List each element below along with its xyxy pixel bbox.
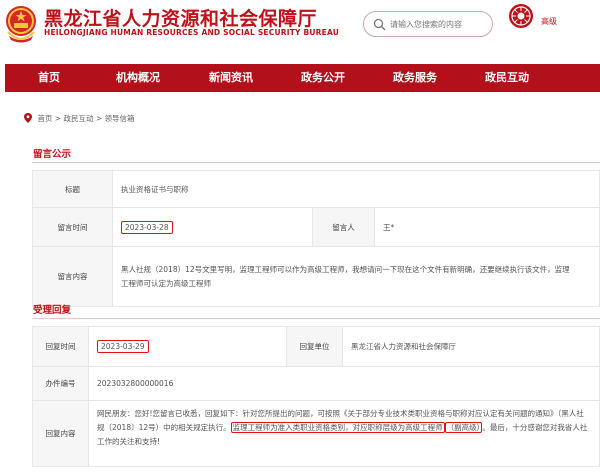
site-header: 黑龙江省人力资源和社会保障厅 HEILONGJIANG HUMAN RESOUR… (0, 0, 600, 62)
message-content-label: 留言内容 (32, 246, 113, 307)
breadcrumb-separator: > (95, 114, 103, 123)
section-divider (32, 162, 600, 163)
reply-table: 回复时间 2023-03-29 回复单位 黑龙江省人力资源和社会保障厅 办件编号… (32, 326, 600, 467)
nav-item-gov-services[interactable]: 政务服务 (393, 64, 437, 92)
table-row: 回复内容 网民朋友：您好!您留言已收悉，回复如下：针对您所提出的问题，可按照《关… (32, 400, 600, 467)
reply-highlight: （副高级） (444, 422, 483, 433)
title-value: 执业资格证书与职称 (112, 170, 600, 208)
reply-content-label: 回复内容 (32, 400, 89, 467)
table-row: 办件编号 2023032800000016 (32, 366, 600, 401)
location-pin-icon (24, 113, 32, 123)
message-time-value: 2023-03-28 (121, 220, 173, 234)
nav-item-home[interactable]: 首页 (38, 64, 60, 92)
seal-icon[interactable] (508, 3, 534, 29)
reply-unit-label: 回复单位 (286, 326, 343, 367)
person-value: 王* (374, 207, 600, 247)
reply-unit-value: 黑龙江省人力资源和社会保障厅 (342, 326, 600, 367)
nav-item-news[interactable]: 新闻资讯 (209, 64, 253, 92)
search-icon[interactable] (373, 18, 386, 31)
case-id-label: 办件编号 (32, 366, 89, 401)
reply-content-value: 网民朋友：您好!您留言已收悉，回复如下：针对您所提出的问题，可按照《关于部分专业… (88, 400, 600, 467)
reply-highlight: 监理工程师为准入类职业资格类别，对应职称层级为高级工程师 (230, 422, 445, 433)
table-row: 留言内容 黑人社规（2018）12号文里写明，监理工程师可以作为高级工程师，我想… (32, 246, 600, 307)
message-time-label: 留言时间 (32, 207, 113, 247)
site-title: 黑龙江省人力资源和社会保障厅 (44, 8, 318, 30)
title-label: 标题 (32, 170, 113, 208)
breadcrumb-mailbox[interactable]: 领导信箱 (105, 114, 135, 123)
accessibility-link[interactable]: 高级 (541, 16, 557, 27)
person-label: 留言人 (312, 207, 375, 247)
message-table: 标题 执业资格证书与职称 留言时间 2023-03-28 留言人 王* 留言内容… (32, 170, 600, 307)
breadcrumb-interaction[interactable]: 政民互动 (63, 114, 93, 123)
breadcrumb-home[interactable]: 首页 (37, 114, 52, 123)
reply-section-title: 受理回复 (33, 305, 72, 316)
main-nav: 首页 机构概况 新闻资讯 政务公开 政务服务 政民互动 (5, 64, 600, 92)
reply-time-label: 回复时间 (32, 326, 89, 367)
section-divider (32, 318, 600, 319)
nav-item-about[interactable]: 机构概况 (116, 64, 160, 92)
breadcrumb: 首页 > 政民互动 > 领导信箱 (24, 113, 135, 124)
breadcrumb-separator: > (54, 114, 62, 123)
reply-time-value: 2023-03-29 (97, 340, 149, 353)
table-row: 留言时间 2023-03-28 留言人 王* (32, 207, 600, 247)
national-emblem-icon (6, 6, 36, 43)
search-box[interactable] (363, 11, 493, 37)
table-row: 标题 执业资格证书与职称 (32, 170, 600, 208)
message-section-title: 留言公示 (33, 149, 72, 160)
nav-item-gov-affairs[interactable]: 政务公开 (301, 64, 345, 92)
message-content-value: 黑人社规（2018）12号文里写明，监理工程师可以作为高级工程师，我想请问一下现… (112, 246, 600, 307)
nav-item-interaction[interactable]: 政民互动 (485, 64, 529, 92)
search-input[interactable] (390, 16, 488, 32)
site-subtitle: HEILONGJIANG HUMAN RESOURCES AND SOCIAL … (44, 28, 340, 37)
case-id-value: 2023032800000016 (88, 366, 600, 401)
table-row: 回复时间 2023-03-29 回复单位 黑龙江省人力资源和社会保障厅 (32, 326, 600, 367)
